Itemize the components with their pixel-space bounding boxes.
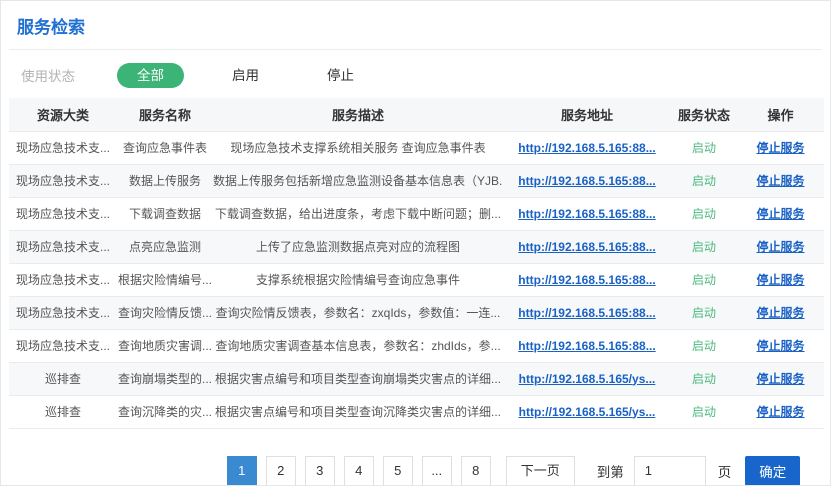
cell-service-name: 查询崩塌类型的...: [117, 362, 213, 395]
cell-service-description: 查询地质灾害调查基本信息表，参数名：zhdIds，参...: [213, 329, 503, 362]
goto-page-prefix-label: 到第: [597, 461, 624, 481]
stop-service-link[interactable]: 停止服务: [756, 273, 804, 287]
goto-page-input[interactable]: [634, 456, 706, 486]
cell-service-name: 查询沉降类的灾...: [117, 395, 213, 428]
page-button-5[interactable]: 5: [383, 456, 413, 486]
column-header: 服务名称: [117, 98, 213, 131]
table-row: 现场应急技术支... 查询地质灾害调... 查询地质灾害调查基本信息表，参数名：…: [9, 329, 824, 362]
pagination-bar: 12345... 8 下一页 到第 页 确定: [1, 456, 830, 486]
column-header: 服务描述: [213, 98, 503, 131]
column-header: 资源大类: [9, 98, 117, 131]
cell-service-description: 上传了应急监测数据点亮对应的流程图: [213, 230, 503, 263]
cell-service-status: 启动: [671, 296, 737, 329]
cell-service-description: 现场应急技术支撑系统相关服务 查询应急事件表: [213, 131, 503, 164]
stop-service-link[interactable]: 停止服务: [756, 306, 804, 320]
table-header: 资源大类服务名称服务描述服务地址服务状态操作: [9, 98, 824, 131]
cell-service-description: 根据灾害点编号和项目类型查询沉降类灾害点的详细...: [213, 395, 503, 428]
cell-service-description: 查询灾险情反馈表，参数名：zxqIds，参数值：一连...: [213, 296, 503, 329]
page-header: 服务检索: [1, 1, 830, 49]
services-table: 资源大类服务名称服务描述服务地址服务状态操作 现场应急技术支... 查询应急事件…: [9, 98, 824, 429]
cell-resource-category: 现场应急技术支...: [9, 197, 117, 230]
table-row: 巡排查 查询沉降类的灾... 根据灾害点编号和项目类型查询沉降类灾害点的详细..…: [9, 395, 824, 428]
page-button-4[interactable]: 4: [344, 456, 374, 486]
cell-service-status: 启动: [671, 131, 737, 164]
table-row: 现场应急技术支... 数据上传服务 数据上传服务包括新增应急监测设备基本信息表（…: [9, 164, 824, 197]
table-row: 现场应急技术支... 根据灾险情编号... 支撑系统根据灾险情编号查询应急事件 …: [9, 263, 824, 296]
column-header: 服务地址: [503, 98, 671, 131]
cell-resource-category: 现场应急技术支...: [9, 263, 117, 296]
service-url-link[interactable]: http://192.168.5.165:88...: [518, 339, 655, 353]
page-button-2[interactable]: 2: [266, 456, 296, 486]
cell-service-description: 数据上传服务包括新增应急监测设备基本信息表（YJB...: [213, 164, 503, 197]
cell-service-name: 点亮应急监测: [117, 230, 213, 263]
stop-service-link[interactable]: 停止服务: [756, 339, 804, 353]
cell-service-name: 数据上传服务: [117, 164, 213, 197]
service-url-link[interactable]: http://192.168.5.165:88...: [518, 240, 655, 254]
cell-resource-category: 现场应急技术支...: [9, 230, 117, 263]
table-row: 现场应急技术支... 查询应急事件表 现场应急技术支撑系统相关服务 查询应急事件…: [9, 131, 824, 164]
cell-resource-category: 现场应急技术支...: [9, 131, 117, 164]
stop-service-link[interactable]: 停止服务: [756, 174, 804, 188]
column-header: 操作: [737, 98, 824, 131]
page-button-8[interactable]: 8: [461, 456, 491, 486]
filter-option-全部[interactable]: 全部: [117, 63, 184, 88]
cell-service-name: 下载调查数据: [117, 197, 213, 230]
cell-service-name: 查询地质灾害调...: [117, 329, 213, 362]
stop-service-link[interactable]: 停止服务: [756, 405, 804, 419]
service-search-page: 服务检索 使用状态 全部 启用 停止 资源大类服务名称服务描述服务地址服务状态操作 …: [0, 0, 831, 486]
cell-resource-category: 巡排查: [9, 362, 117, 395]
cell-service-status: 启动: [671, 263, 737, 296]
cell-resource-category: 现场应急技术支...: [9, 329, 117, 362]
cell-service-description: 根据灾害点编号和项目类型查询崩塌类灾害点的详细...: [213, 362, 503, 395]
service-url-link[interactable]: http://192.168.5.165/ys...: [519, 405, 656, 419]
table-header-row: 资源大类服务名称服务描述服务地址服务状态操作: [9, 98, 824, 131]
page-button-3[interactable]: 3: [305, 456, 335, 486]
cell-service-status: 启动: [671, 164, 737, 197]
table-row: 巡排查 查询崩塌类型的... 根据灾害点编号和项目类型查询崩塌类灾害点的详细..…: [9, 362, 824, 395]
cell-service-status: 启动: [671, 197, 737, 230]
cell-service-status: 启动: [671, 329, 737, 362]
stop-service-link[interactable]: 停止服务: [756, 372, 804, 386]
column-header: 服务状态: [671, 98, 737, 131]
page-buttons: 12345... 8: [227, 456, 500, 486]
service-url-link[interactable]: http://192.168.5.165:88...: [518, 207, 655, 221]
cell-service-description: 支撑系统根据灾险情编号查询应急事件: [213, 263, 503, 296]
cell-resource-category: 巡排查: [9, 395, 117, 428]
stop-service-link[interactable]: 停止服务: [756, 240, 804, 254]
filter-label: 使用状态: [21, 65, 75, 85]
goto-page-suffix-label: 页: [718, 461, 732, 481]
next-page-button[interactable]: 下一页: [506, 456, 575, 486]
service-url-link[interactable]: http://192.168.5.165:88...: [518, 141, 655, 155]
cell-service-name: 查询灾险情反馈...: [117, 296, 213, 329]
page-title: 服务检索: [17, 13, 814, 38]
table-row: 现场应急技术支... 下载调查数据 下载调查数据，给出进度条，考虑下载中断问题；…: [9, 197, 824, 230]
confirm-button[interactable]: 确定: [745, 456, 800, 486]
table-body: 现场应急技术支... 查询应急事件表 现场应急技术支撑系统相关服务 查询应急事件…: [9, 131, 824, 428]
cell-service-description: 下载调查数据，给出进度条，考虑下载中断问题；删...: [213, 197, 503, 230]
cell-service-name: 根据灾险情编号...: [117, 263, 213, 296]
service-url-link[interactable]: http://192.168.5.165:88...: [518, 306, 655, 320]
filter-options: 全部 启用 停止: [117, 64, 402, 85]
cell-service-status: 启动: [671, 230, 737, 263]
table-row: 现场应急技术支... 查询灾险情反馈... 查询灾险情反馈表，参数名：zxqId…: [9, 296, 824, 329]
filter-option-停止[interactable]: 停止: [307, 63, 374, 88]
cell-resource-category: 现场应急技术支...: [9, 296, 117, 329]
service-url-link[interactable]: http://192.168.5.165:88...: [518, 174, 655, 188]
table-row: 现场应急技术支... 点亮应急监测 上传了应急监测数据点亮对应的流程图 http…: [9, 230, 824, 263]
filter-option-启用[interactable]: 启用: [212, 63, 279, 88]
service-url-link[interactable]: http://192.168.5.165/ys...: [519, 372, 656, 386]
cell-service-status: 启动: [671, 395, 737, 428]
page-button-1[interactable]: 1: [227, 456, 257, 486]
service-url-link[interactable]: http://192.168.5.165:88...: [518, 273, 655, 287]
stop-service-link[interactable]: 停止服务: [756, 207, 804, 221]
page-ellipsis-button[interactable]: ...: [422, 456, 452, 486]
cell-service-status: 启动: [671, 362, 737, 395]
cell-resource-category: 现场应急技术支...: [9, 164, 117, 197]
cell-service-name: 查询应急事件表: [117, 131, 213, 164]
status-filter-bar: 使用状态 全部 启用 停止: [1, 50, 830, 98]
stop-service-link[interactable]: 停止服务: [756, 141, 804, 155]
